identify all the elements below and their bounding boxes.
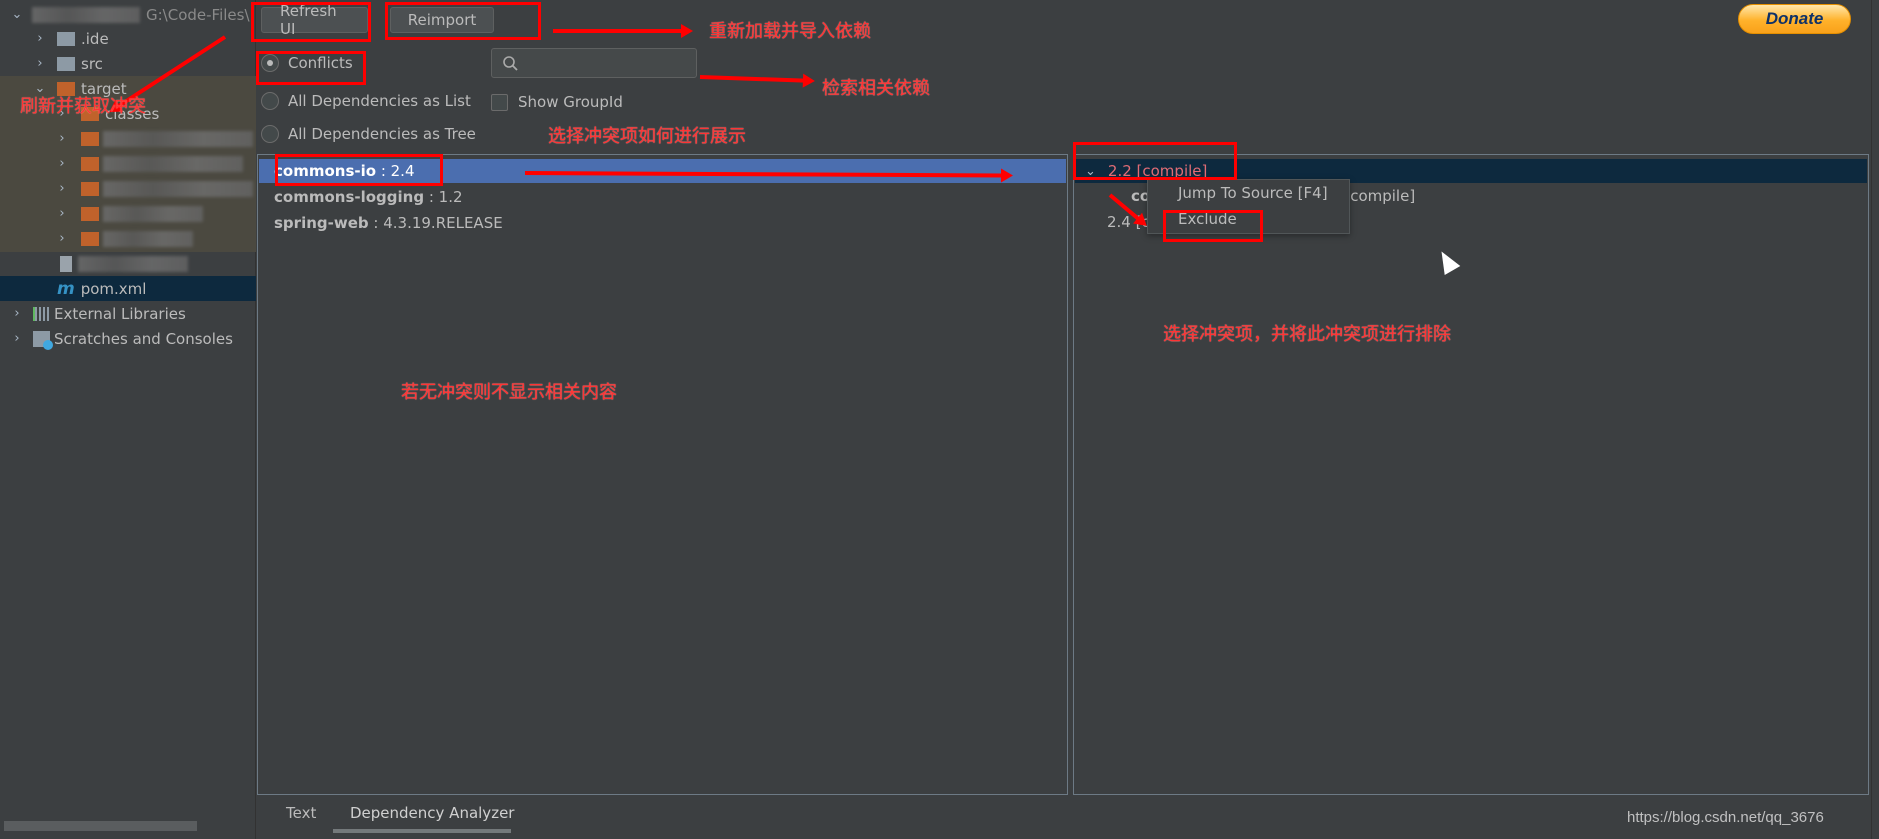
chevron-right-icon[interactable]: ›	[55, 156, 69, 171]
blurred-name	[103, 180, 253, 197]
right-tool-strip	[1871, 0, 1879, 839]
blurred-name	[103, 205, 203, 222]
tree-item-external-libraries[interactable]: › External Libraries	[0, 301, 256, 326]
blurred-name	[78, 255, 188, 272]
annotation-view-mode: 选择冲突项如何进行展示	[548, 126, 746, 147]
tab-text[interactable]: Text	[286, 804, 316, 822]
folder-icon	[81, 181, 99, 196]
radio-label: All Dependencies as List	[288, 92, 471, 110]
tree-item-blurred[interactable]: ›	[0, 226, 256, 251]
blurred-name	[103, 155, 243, 172]
show-groupid-checkbox[interactable]: Show GroupId	[491, 93, 623, 111]
artifact-name: commons-logging	[274, 188, 425, 206]
tree-item-blurred[interactable]: ›	[0, 176, 256, 201]
maven-icon: m	[57, 278, 75, 299]
artifact-version: 4.3.19.RELEASE	[383, 214, 503, 232]
tree-item-scratches[interactable]: › Scratches and Consoles	[0, 326, 256, 351]
tree-item-src[interactable]: › src	[0, 51, 256, 76]
annotation-search: 检索相关依赖	[822, 78, 930, 99]
annotation-box-reimport	[385, 2, 541, 40]
radio-all-dependencies-tree[interactable]: All Dependencies as Tree	[261, 125, 476, 143]
donate-button[interactable]: Donate	[1738, 4, 1851, 34]
watermark-text: https://blog.csdn.net/qq_3676	[1627, 809, 1824, 826]
folder-icon	[81, 131, 99, 146]
tree-item-blurred-file[interactable]	[0, 251, 256, 276]
annotation-refresh: 刷新并获取冲突	[20, 96, 146, 117]
tree-item-label: .ide	[81, 29, 109, 48]
scratches-icon	[33, 330, 53, 350]
radio-unselected-icon	[261, 125, 279, 143]
search-icon	[503, 56, 518, 71]
chevron-right-icon[interactable]: ›	[10, 306, 24, 321]
chevron-right-icon[interactable]: ›	[55, 231, 69, 246]
chevron-right-icon[interactable]: ›	[55, 181, 69, 196]
project-sidebar: ⌄ G:\Code-Files\ › .ide › src ⌄ target ›…	[0, 0, 256, 839]
active-tab-indicator	[333, 829, 511, 833]
tree-item-blurred[interactable]: ›	[0, 151, 256, 176]
conflict-list-panel: commons-io : 2.4 commons-logging : 1.2 s…	[257, 154, 1068, 795]
artifact-version: 1.2	[438, 188, 463, 206]
project-path: G:\Code-Files\	[146, 5, 250, 24]
folder-icon	[81, 231, 99, 246]
radio-label: All Dependencies as Tree	[288, 125, 476, 143]
annotation-box-exclude	[1163, 210, 1263, 242]
blurred-name	[103, 230, 193, 247]
sidebar-horizontal-scrollbar[interactable]	[4, 821, 197, 831]
tab-dependency-analyzer[interactable]: Dependency Analyzer	[350, 804, 514, 822]
annotation-box-conflicts	[256, 51, 366, 85]
annotation-box-refresh	[251, 2, 371, 42]
folder-icon	[81, 206, 99, 221]
menu-item-jump-to-source[interactable]: Jump To Source [F4]	[1178, 184, 1328, 202]
chevron-down-icon[interactable]: ⌄	[10, 7, 24, 22]
file-icon	[60, 255, 72, 272]
folder-icon	[57, 56, 75, 71]
radio-unselected-icon	[261, 92, 279, 110]
blurred-project-name	[32, 6, 140, 23]
chevron-right-icon[interactable]: ›	[33, 56, 47, 71]
artifact-name: spring-web	[274, 214, 369, 232]
annotation-arrow-search	[699, 75, 806, 83]
tree-item-pom[interactable]: m pom.xml	[0, 276, 256, 301]
tree-item-blurred[interactable]: ›	[0, 201, 256, 226]
tree-item-label: External Libraries	[54, 304, 186, 323]
library-icon	[33, 306, 50, 321]
usage-scope: compile]	[1350, 187, 1416, 205]
blurred-name	[103, 130, 253, 147]
tree-item-label: Scratches and Consoles	[54, 329, 233, 348]
chevron-right-icon[interactable]: ›	[55, 206, 69, 221]
annotation-empty: 若无冲突则不显示相关内容	[401, 382, 617, 403]
folder-icon	[57, 31, 75, 46]
tree-item-project-root[interactable]: ⌄ G:\Code-Files\	[0, 2, 256, 27]
radio-all-dependencies-list[interactable]: All Dependencies as List	[261, 92, 471, 110]
chevron-right-icon[interactable]: ›	[10, 331, 24, 346]
chevron-right-icon[interactable]: ›	[55, 131, 69, 146]
tree-item-blurred[interactable]: ›	[0, 126, 256, 151]
tree-item-label: src	[81, 54, 103, 73]
folder-icon	[81, 156, 99, 171]
search-text-field[interactable]	[526, 53, 692, 73]
tree-item-label: pom.xml	[80, 279, 147, 298]
checkbox-label: Show GroupId	[518, 93, 623, 111]
conflict-list-item[interactable]: commons-logging : 1.2	[259, 185, 1066, 209]
search-input[interactable]	[491, 48, 697, 78]
annotation-arrow-reimport	[553, 24, 693, 38]
annotation-exclude: 选择冲突项，并将此冲突项进行排除	[1163, 324, 1451, 345]
checkbox-unchecked-icon	[491, 93, 508, 111]
annotation-box-commons-io	[275, 154, 443, 186]
usage-tree-panel: ⌄ 2.2 [compile] co compile] 2.4 [c	[1073, 154, 1869, 795]
conflict-list-item[interactable]: spring-web : 4.3.19.RELEASE	[259, 211, 1066, 235]
annotation-reimport: 重新加载并导入依赖	[709, 21, 871, 42]
annotation-box-root-version	[1073, 142, 1237, 180]
chevron-right-icon[interactable]: ›	[33, 31, 47, 46]
